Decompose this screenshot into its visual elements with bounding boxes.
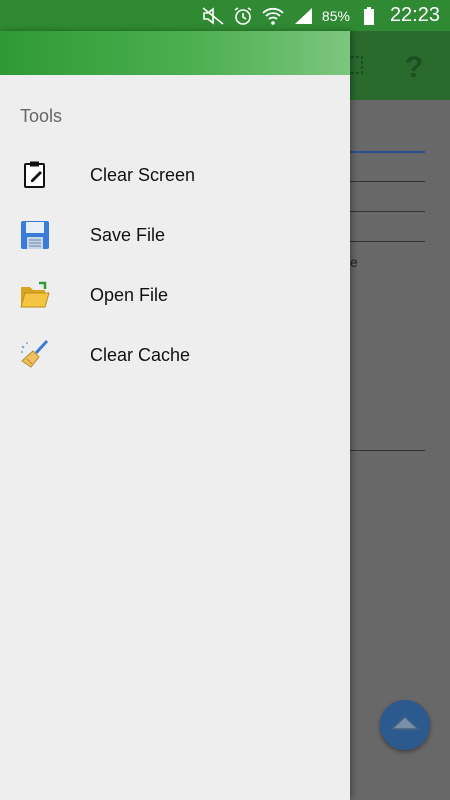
background-divider xyxy=(350,151,425,153)
background-divider xyxy=(350,211,425,212)
menu-item-label: Open File xyxy=(90,284,169,305)
background-text: e xyxy=(350,254,358,270)
menu-item-label: Clear Screen xyxy=(90,164,196,185)
chevron-up-icon xyxy=(390,713,420,738)
battery-percent: 85% xyxy=(321,7,350,24)
open-folder-icon xyxy=(18,278,52,312)
mute-icon xyxy=(202,5,224,27)
background-divider xyxy=(350,241,425,242)
clipboard-icon xyxy=(18,158,52,192)
drawer-header xyxy=(0,31,350,75)
menu-item-label: Save File xyxy=(90,224,166,245)
signal-icon xyxy=(292,5,314,27)
background-divider xyxy=(350,181,425,182)
menu-item-open-file[interactable]: Open File xyxy=(0,265,350,325)
alarm-icon xyxy=(232,5,254,27)
section-title-tools: Tools xyxy=(20,106,63,126)
menu-item-label: Clear Cache xyxy=(90,344,191,365)
menu-item-clear-cache[interactable]: Clear Cache xyxy=(0,325,350,385)
status-bar: 85% 22:23 xyxy=(0,0,450,31)
navigation-drawer: Tools Clear Screen Save File Open File C… xyxy=(0,31,350,800)
broom-icon xyxy=(18,338,52,372)
svg-text:?: ? xyxy=(405,51,423,83)
floppy-disk-icon xyxy=(18,218,52,252)
help-icon[interactable]: ? xyxy=(400,51,428,84)
battery-icon xyxy=(358,5,380,27)
wifi-icon xyxy=(262,5,284,27)
menu-item-clear-screen[interactable]: Clear Screen xyxy=(0,145,350,205)
menu-item-save-file[interactable]: Save File xyxy=(0,205,350,265)
clock: 22:23 xyxy=(389,4,440,26)
background-divider xyxy=(350,450,425,451)
scroll-up-button[interactable] xyxy=(380,700,430,750)
